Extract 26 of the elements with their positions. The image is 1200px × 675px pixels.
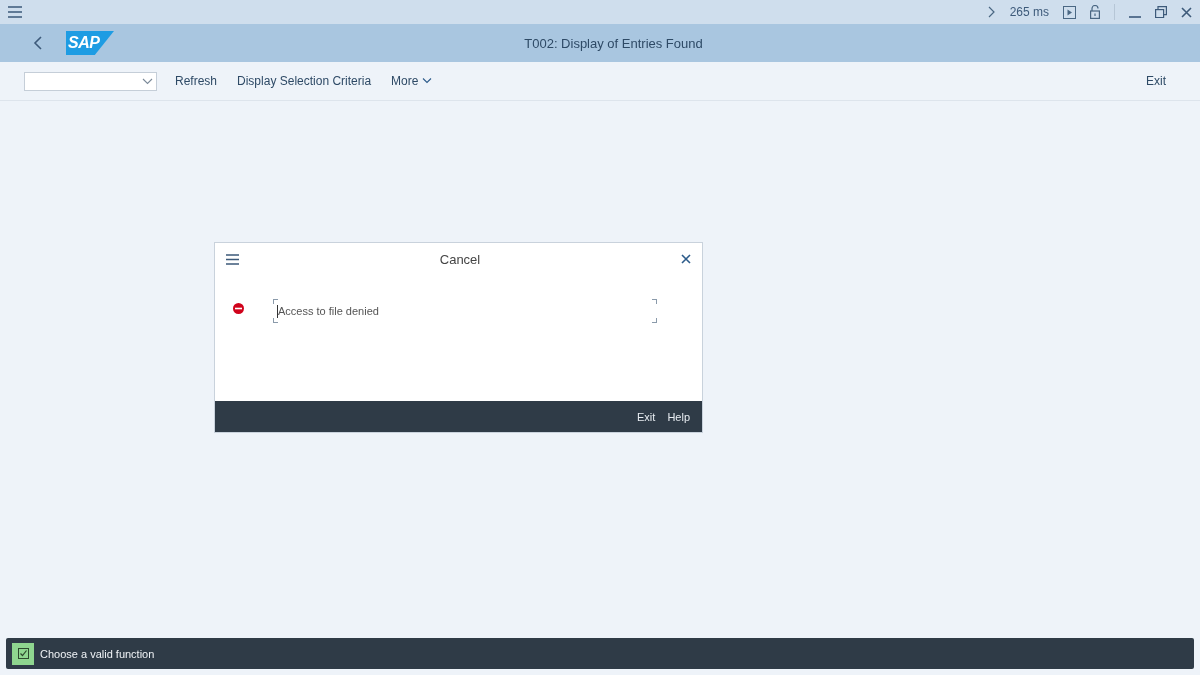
screen-title: T002: Display of Entries Found (524, 35, 703, 51)
menu-icon[interactable] (226, 253, 239, 265)
command-field[interactable] (24, 71, 157, 91)
message-text-field[interactable]: Access to file denied (273, 299, 657, 323)
play-icon[interactable] (1063, 5, 1076, 19)
close-icon[interactable] (681, 254, 691, 264)
menu-icon[interactable] (8, 6, 22, 18)
response-time: 265 ms (1009, 5, 1049, 19)
logo: SAP (66, 31, 114, 55)
chevron-down-icon (422, 78, 433, 84)
success-checkbox-icon (12, 642, 34, 665)
padlock-icon[interactable] (1090, 5, 1100, 19)
chevron-right-icon[interactable] (987, 6, 996, 18)
toolbar-button[interactable]: Display Selection Criteria (227, 70, 382, 92)
chevron-down-icon (142, 77, 153, 85)
more-menu[interactable]: More (381, 70, 443, 92)
dialog-button[interactable]: Exit (631, 406, 662, 427)
dialog-button[interactable]: Help (661, 406, 696, 427)
close-icon[interactable] (1181, 6, 1192, 18)
restore-icon[interactable] (1155, 6, 1167, 18)
exit-button[interactable]: Exit (1136, 70, 1176, 92)
dialog-title: Cancel (439, 251, 481, 267)
back-icon[interactable] (33, 36, 42, 50)
status-message: Choose a valid function (40, 647, 155, 660)
stop-sign-icon (233, 303, 244, 314)
toolbar-button[interactable]: Refresh (165, 70, 228, 92)
